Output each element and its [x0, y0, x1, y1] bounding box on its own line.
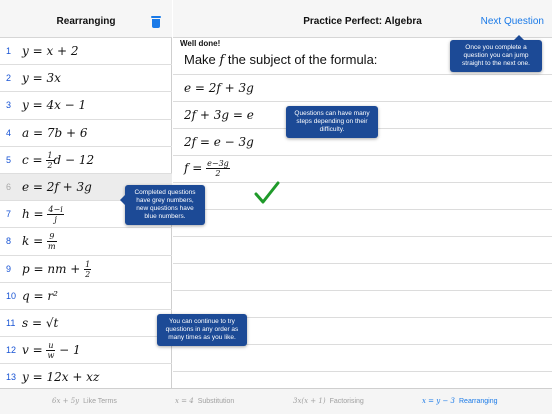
ruled-line	[173, 101, 552, 102]
ruled-line	[173, 209, 552, 210]
question-number: 9	[6, 263, 12, 274]
question-row-3[interactable]: 3 y = 4x − 1	[0, 92, 172, 120]
question-expression: v = uw − 1	[22, 341, 81, 361]
question-row-8[interactable]: 8 k = 9m	[0, 228, 172, 256]
ruled-line	[173, 74, 552, 75]
question-row-1[interactable]: 1 y = x + 2	[0, 38, 172, 66]
ruled-line	[173, 182, 552, 183]
trash-icon[interactable]	[151, 16, 161, 28]
question-expression: q = r²	[22, 288, 58, 303]
question-row-9[interactable]: 9 p = nm + 12	[0, 256, 172, 283]
question-expression: k = 9m	[22, 232, 57, 252]
sidebar-header: Rearranging	[0, 0, 172, 38]
tooltip-completed-questions: Completed questions have grey numbers, n…	[120, 185, 205, 225]
ruled-line	[173, 371, 552, 372]
question-number: 8	[6, 236, 12, 247]
question-number: 3	[6, 100, 12, 111]
question-expression: a = 7b + 6	[22, 125, 88, 140]
question-number: 1	[6, 46, 12, 56]
tab-substitution[interactable]: x = 4 Substitution	[175, 389, 234, 414]
question-row-12[interactable]: 12 v = uw − 1	[0, 337, 172, 365]
tab-like-terms[interactable]: 6x + 5y Like Terms	[52, 389, 117, 414]
main-header: Practice Perfect: Algebra Next Question	[173, 0, 552, 38]
question-number: 10	[6, 290, 17, 301]
tab-rearranging[interactable]: x = y − 3 Rearranging	[422, 389, 498, 414]
ruled-line	[173, 155, 552, 156]
tooltip-next-question: Once you complete a question you can jum…	[450, 35, 542, 72]
working-step-2[interactable]: 2f + 3g = e	[184, 108, 254, 122]
ruled-line	[173, 263, 552, 264]
question-prompt: Make f the subject of the formula:	[184, 52, 378, 68]
question-number: 11	[6, 317, 16, 328]
question-expression: y = 4x − 1	[22, 98, 87, 113]
question-number: 12	[6, 345, 17, 356]
checkmark-icon	[254, 181, 280, 204]
tooltip-question-order: You can continue to try questions in any…	[157, 314, 247, 346]
tab-bar: 6x + 5y Like Terms x = 4 Substitution 3x(x…	[0, 388, 552, 414]
question-number: 5	[6, 154, 12, 165]
question-expression: h = 4−i j	[22, 205, 64, 225]
tooltip-steps: Questions can have many steps depending …	[286, 106, 378, 138]
question-expression: c = 12d − 12	[22, 150, 95, 170]
feedback-message: Well done!	[180, 39, 221, 48]
question-expression: s = √t	[22, 315, 59, 330]
ruled-line	[173, 236, 552, 237]
question-row-5[interactable]: 5 c = 12d − 12	[0, 147, 172, 174]
question-row-2[interactable]: 2 y = 3x	[0, 65, 172, 93]
question-number: 2	[6, 73, 12, 84]
working-step-4[interactable]: f = e−3g 2	[184, 159, 230, 178]
tab-factorising[interactable]: 3x(x + 1) Factorising	[293, 389, 364, 414]
question-number: 6	[6, 181, 12, 192]
question-expression: p = nm + 12	[22, 259, 92, 279]
question-row-10[interactable]: 10 q = r²	[0, 283, 172, 310]
question-expression: y = 3x	[22, 71, 61, 86]
working-step-1[interactable]: e = 2f + 3g	[184, 81, 254, 95]
question-row-4[interactable]: 4 a = 7b + 6	[0, 120, 172, 147]
question-number: 4	[6, 127, 12, 138]
ruled-line	[173, 290, 552, 291]
working-step-3[interactable]: 2f = e − 3g	[184, 135, 254, 149]
question-expression: y = x + 2	[22, 44, 79, 58]
question-expression: e = 2f + 3g	[22, 179, 92, 194]
question-number: 7	[6, 209, 12, 220]
question-row-11[interactable]: 11 s = √t	[0, 310, 172, 338]
